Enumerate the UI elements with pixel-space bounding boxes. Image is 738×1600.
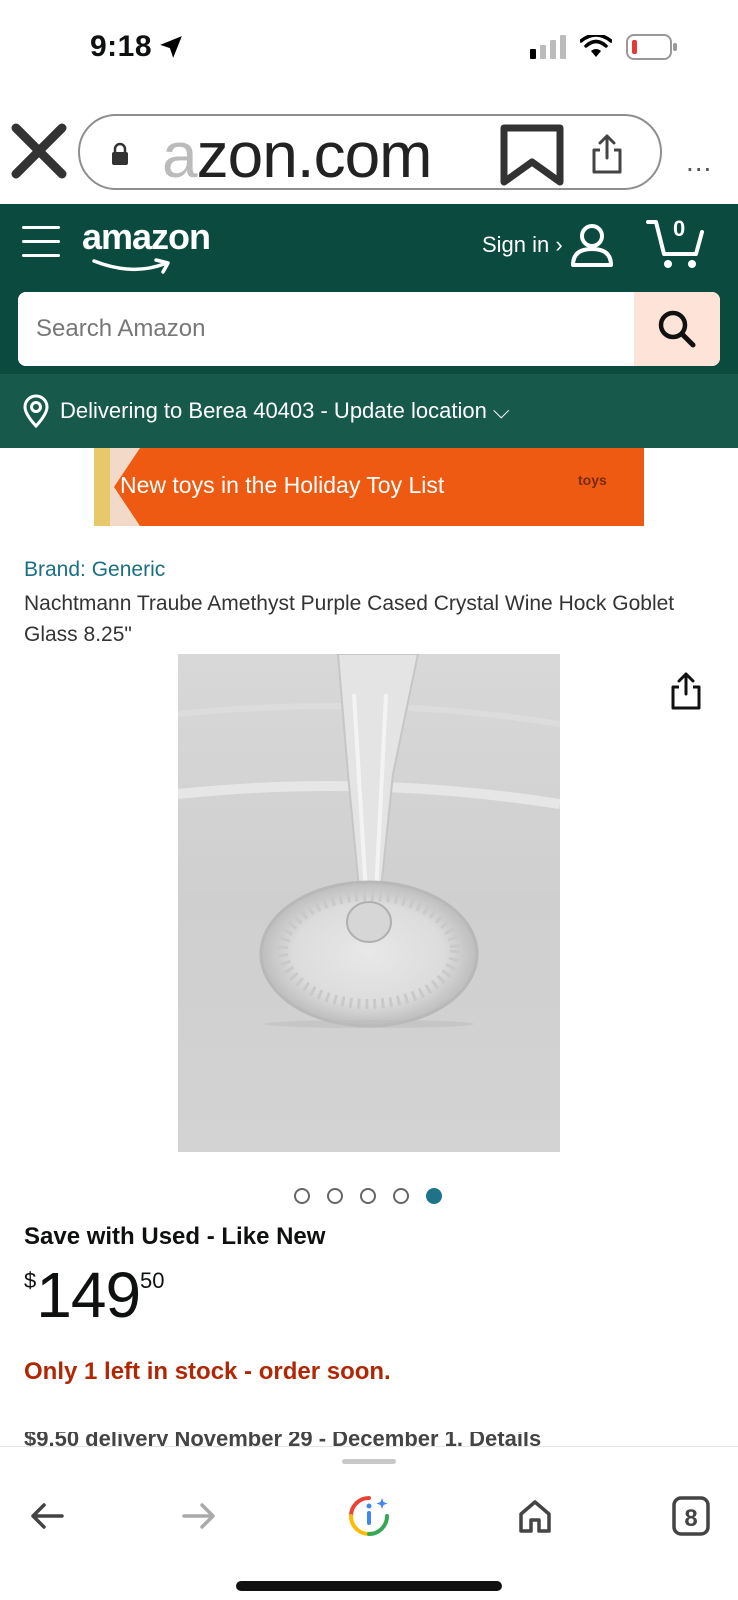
tabs-button[interactable]: 8: [668, 1493, 714, 1539]
back-arrow-icon: [31, 1503, 64, 1529]
carousel-dot[interactable]: [360, 1188, 376, 1204]
close-icon[interactable]: [10, 122, 68, 180]
user-icon[interactable]: [570, 222, 614, 268]
google-lens-icon: [349, 1496, 389, 1536]
url-text-faded: a: [162, 119, 198, 190]
price-symbol: $: [24, 1268, 37, 1293]
banner-gold-strip: [94, 448, 110, 526]
back-button[interactable]: [24, 1493, 70, 1539]
toys-badge: toys: [578, 472, 607, 488]
location-arrow-icon: [160, 36, 182, 58]
delivery-location-bar[interactable]: Delivering to Berea 40403 - Update locat…: [0, 374, 738, 448]
tab-count: 8: [684, 1505, 697, 1532]
carousel-dot-active[interactable]: [426, 1188, 442, 1204]
brand-link[interactable]: Brand: Generic: [24, 558, 165, 582]
url-text[interactable]: azon.com: [162, 118, 433, 190]
save-with-used-heading: Save with Used - Like New: [24, 1223, 326, 1250]
search-icon: [658, 310, 696, 348]
price: $14950: [24, 1258, 165, 1332]
status-indicators: [530, 34, 678, 60]
home-button[interactable]: [512, 1493, 558, 1539]
browser-bottom-toolbar: 8: [0, 1446, 738, 1600]
search-input[interactable]: [18, 292, 634, 366]
location-pin-icon: [23, 394, 49, 428]
product-image[interactable]: [178, 654, 560, 1152]
menu-icon[interactable]: [22, 226, 60, 260]
search-button[interactable]: [634, 292, 720, 366]
search-box: [18, 292, 720, 366]
delivery-info-text: $9.50 delivery November 29 - December 1.…: [24, 1432, 542, 1446]
glass-photo: [178, 654, 560, 1152]
carousel-dot[interactable]: [294, 1188, 310, 1204]
holiday-toy-banner[interactable]: New toys in the Holiday Toy List toys: [94, 448, 644, 526]
google-lens-button[interactable]: [346, 1493, 392, 1539]
price-fraction: 50: [140, 1268, 165, 1293]
sign-in-link[interactable]: Sign in ›: [482, 232, 563, 258]
status-time: 9:18: [90, 30, 153, 63]
product-title: Nachtmann Traube Amethyst Purple Cased C…: [24, 592, 675, 646]
stock-status: Only 1 left in stock - order soon.: [24, 1358, 391, 1385]
share-icon[interactable]: [590, 134, 624, 174]
forward-arrow-icon: [182, 1503, 215, 1529]
home-icon: [519, 1500, 551, 1533]
more-menu-button[interactable]: ...: [686, 146, 712, 178]
wifi-icon: [580, 35, 612, 57]
delivery-info-clipped: $9.50 delivery November 29 - December 1.…: [24, 1432, 644, 1446]
battery-low-icon: [626, 34, 677, 60]
amazon-smile-icon: [92, 258, 170, 274]
cart-count: 0: [673, 216, 686, 241]
bookmark-icon[interactable]: [498, 124, 566, 186]
signal-icon: [530, 35, 566, 59]
banner-text: New toys in the Holiday Toy List: [120, 472, 445, 498]
browser-address-row: azon.com ...: [0, 112, 738, 192]
home-indicator[interactable]: [236, 1581, 502, 1591]
url-text-main: zon.com: [196, 119, 433, 190]
address-bar[interactable]: azon.com: [78, 114, 662, 190]
carousel-dot[interactable]: [393, 1188, 409, 1204]
lock-icon: [112, 142, 128, 165]
image-carousel-dots: [294, 1188, 442, 1204]
tabs-icon: 8: [672, 1496, 710, 1536]
forward-button[interactable]: [176, 1493, 222, 1539]
delivery-text: Delivering to Berea 40403 - Update locat…: [60, 398, 510, 423]
amazon-header: amazon Sign in › 0: [0, 204, 738, 374]
share-product-icon[interactable]: [670, 672, 702, 710]
price-whole: 149: [36, 1259, 141, 1331]
status-bar: 9:18: [0, 0, 738, 100]
carousel-dot[interactable]: [327, 1188, 343, 1204]
drag-handle[interactable]: [342, 1459, 396, 1464]
amazon-logo[interactable]: amazon: [82, 216, 211, 258]
